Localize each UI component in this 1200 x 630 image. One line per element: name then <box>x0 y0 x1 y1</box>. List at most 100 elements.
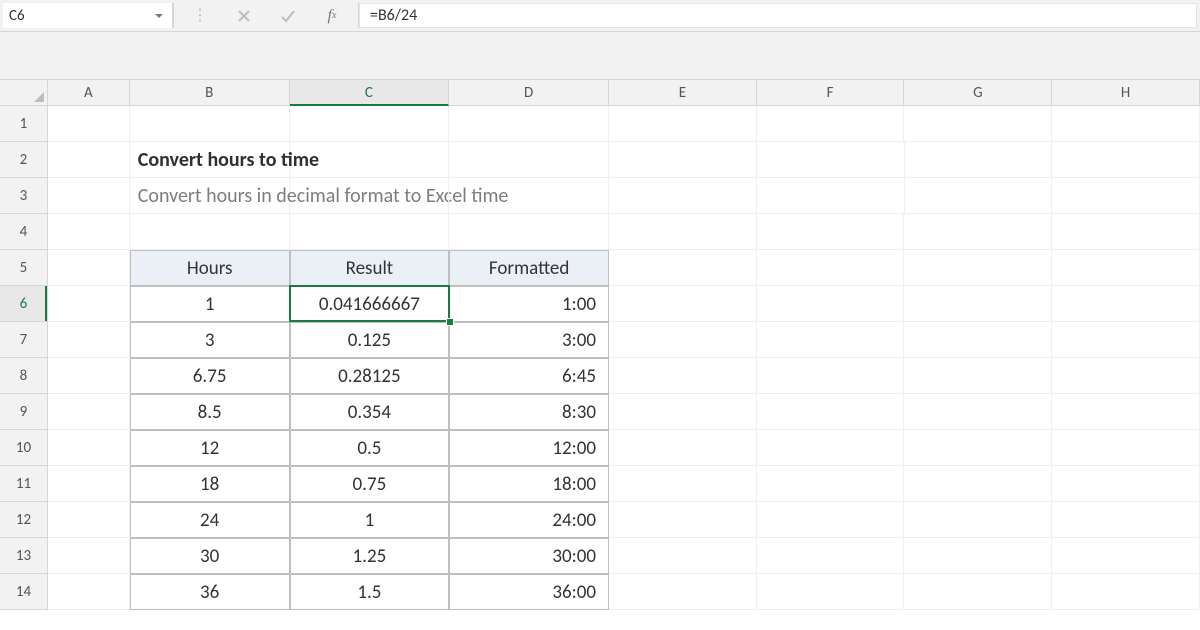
cell-B11[interactable]: 18 <box>130 466 290 502</box>
cell-G10[interactable] <box>904 430 1052 466</box>
name-box-dropdown-icon[interactable] <box>150 11 168 21</box>
cell-B4[interactable] <box>130 214 290 250</box>
row-header-12[interactable]: 12 <box>0 502 48 538</box>
row-header-8[interactable]: 8 <box>0 358 48 394</box>
cell-H14[interactable] <box>1052 574 1200 610</box>
cell-B3[interactable]: Convert hours in decimal format to Excel… <box>130 178 290 214</box>
cell-D5[interactable]: Formatted <box>449 250 609 286</box>
cell-E8[interactable] <box>609 358 757 394</box>
row-header-2[interactable]: 2 <box>0 142 48 178</box>
cell-D12[interactable]: 24:00 <box>449 502 609 538</box>
cell-C1[interactable] <box>290 106 450 142</box>
cell-D1[interactable] <box>449 106 609 142</box>
cell-F14[interactable] <box>757 574 905 610</box>
cell-B1[interactable] <box>130 106 290 142</box>
cell-D6[interactable]: 1:00 <box>449 286 609 322</box>
col-header-B[interactable]: B <box>130 80 290 105</box>
cell-G3[interactable] <box>905 178 1053 214</box>
cell-H3[interactable] <box>1052 178 1200 214</box>
cell-G11[interactable] <box>904 466 1052 502</box>
col-header-E[interactable]: E <box>609 80 757 105</box>
cell-E11[interactable] <box>609 466 757 502</box>
cell-H6[interactable] <box>1052 286 1200 322</box>
col-header-C[interactable]: C <box>290 80 450 106</box>
cell-C11[interactable]: 0.75 <box>290 466 450 502</box>
cell-G5[interactable] <box>904 250 1052 286</box>
cell-D9[interactable]: 8:30 <box>449 394 609 430</box>
row-header-6[interactable]: 6 <box>0 286 48 322</box>
cell-E14[interactable] <box>609 574 757 610</box>
cell-A5[interactable] <box>48 250 130 286</box>
cell-D13[interactable]: 30:00 <box>449 538 609 574</box>
row-header-5[interactable]: 5 <box>0 250 48 286</box>
name-box-container[interactable]: C6 <box>3 3 173 28</box>
cell-H10[interactable] <box>1052 430 1200 466</box>
cell-C7[interactable]: 0.125 <box>290 322 450 358</box>
cell-H11[interactable] <box>1052 466 1200 502</box>
cell-B7[interactable]: 3 <box>130 322 290 358</box>
cancel-icon[interactable] <box>230 3 258 29</box>
cell-A8[interactable] <box>48 358 130 394</box>
cell-B14[interactable]: 36 <box>130 574 290 610</box>
col-header-D[interactable]: D <box>449 80 609 105</box>
insert-function-icon[interactable]: fx <box>318 3 346 29</box>
cell-F7[interactable] <box>757 322 905 358</box>
cell-G9[interactable] <box>904 394 1052 430</box>
cell-B2[interactable]: Convert hours to time <box>130 142 290 178</box>
cell-G8[interactable] <box>904 358 1052 394</box>
row-header-14[interactable]: 14 <box>0 574 48 610</box>
cell-E6[interactable] <box>609 286 757 322</box>
col-header-F[interactable]: F <box>757 80 905 105</box>
cell-C4[interactable] <box>290 214 450 250</box>
cell-C10[interactable]: 0.5 <box>290 430 450 466</box>
cell-E13[interactable] <box>609 538 757 574</box>
cell-B12[interactable]: 24 <box>130 502 290 538</box>
cell-G7[interactable] <box>904 322 1052 358</box>
cell-E2[interactable] <box>609 142 757 178</box>
cell-B13[interactable]: 30 <box>130 538 290 574</box>
cell-A14[interactable] <box>48 574 130 610</box>
cell-A2[interactable] <box>48 142 130 178</box>
cell-A12[interactable] <box>48 502 130 538</box>
cell-G6[interactable] <box>904 286 1052 322</box>
cell-C2[interactable] <box>290 142 450 178</box>
col-header-A[interactable]: A <box>48 80 130 105</box>
col-header-G[interactable]: G <box>904 80 1052 105</box>
cell-C9[interactable]: 0.354 <box>290 394 450 430</box>
cell-A9[interactable] <box>48 394 130 430</box>
cell-E1[interactable] <box>609 106 757 142</box>
enter-icon[interactable] <box>274 3 302 29</box>
cell-F12[interactable] <box>757 502 905 538</box>
cell-B10[interactable]: 12 <box>130 430 290 466</box>
cell-A4[interactable] <box>48 214 130 250</box>
cell-D3[interactable] <box>449 178 609 214</box>
cell-D10[interactable]: 12:00 <box>449 430 609 466</box>
cell-G4[interactable] <box>904 214 1052 250</box>
cell-E5[interactable] <box>609 250 757 286</box>
cell-F4[interactable] <box>757 214 905 250</box>
cell-A3[interactable] <box>48 178 130 214</box>
cell-F8[interactable] <box>757 358 905 394</box>
cell-B8[interactable]: 6.75 <box>130 358 290 394</box>
cell-H4[interactable] <box>1052 214 1200 250</box>
cell-C13[interactable]: 1.25 <box>290 538 450 574</box>
row-header-1[interactable]: 1 <box>0 106 48 142</box>
row-header-11[interactable]: 11 <box>0 466 48 502</box>
cell-C14[interactable]: 1.5 <box>290 574 450 610</box>
cell-A7[interactable] <box>48 322 130 358</box>
cell-F3[interactable] <box>757 178 905 214</box>
cell-F6[interactable] <box>757 286 905 322</box>
cell-A6[interactable] <box>48 286 130 322</box>
cell-H8[interactable] <box>1052 358 1200 394</box>
cell-E4[interactable] <box>609 214 757 250</box>
cell-A10[interactable] <box>48 430 130 466</box>
cell-H7[interactable] <box>1052 322 1200 358</box>
cell-F13[interactable] <box>757 538 905 574</box>
cell-G14[interactable] <box>904 574 1052 610</box>
cell-D7[interactable]: 3:00 <box>449 322 609 358</box>
row-header-7[interactable]: 7 <box>0 322 48 358</box>
cell-C5[interactable]: Result <box>290 250 450 286</box>
cell-A11[interactable] <box>48 466 130 502</box>
cell-H9[interactable] <box>1052 394 1200 430</box>
cell-D4[interactable] <box>449 214 609 250</box>
